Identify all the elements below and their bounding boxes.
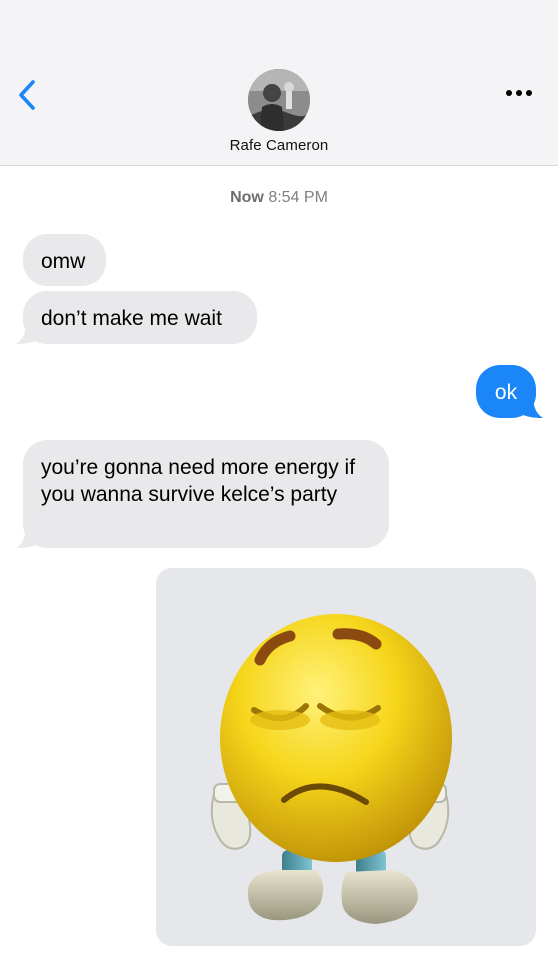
message-text: ok (494, 381, 518, 404)
contact-avatar[interactable] (248, 69, 310, 131)
chevron-left-icon (19, 80, 35, 110)
message-text: don’t make me wait (41, 307, 222, 330)
incoming-message-bubble[interactable]: omw (23, 234, 106, 286)
bubble-tail (16, 322, 38, 344)
message-text: omw (41, 250, 86, 273)
sad-emoji-sticker (210, 614, 452, 924)
contact-name[interactable]: Rafe Cameron (0, 137, 558, 154)
incoming-message-bubble[interactable]: you’re gonna need more energy if you wan… (23, 440, 389, 548)
sticker-message[interactable] (156, 568, 536, 946)
message-text: you’re gonna need more energy if you wan… (41, 456, 356, 506)
timestamp-time: 8:54 PM (268, 189, 328, 206)
avatar-photo (248, 69, 310, 131)
ellipsis-icon (506, 90, 532, 96)
conversation-header: Rafe Cameron (0, 0, 558, 166)
bubble-tail (16, 526, 38, 548)
message-timestamp: Now 8:54 PM (0, 189, 558, 207)
incoming-message-bubble[interactable]: don’t make me wait (23, 291, 257, 344)
timestamp-day: Now (230, 189, 264, 206)
bubble-tail (521, 396, 543, 418)
back-button[interactable] (14, 78, 42, 112)
more-options-button[interactable] (504, 84, 534, 102)
